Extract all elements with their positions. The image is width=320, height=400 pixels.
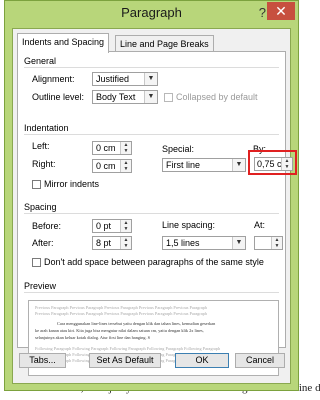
spin-buttons[interactable]: ▲ ▼: [120, 237, 131, 249]
chevron-down-icon: ▼: [144, 91, 157, 103]
outline-level-value: Body Text: [96, 92, 136, 102]
right-indent-value: 0 cm: [96, 161, 116, 171]
spacing-after-value: 8 pt: [96, 238, 112, 248]
divider: [24, 292, 279, 293]
indents-spacing-panel: General Alignment: Justified ▼ Outline l…: [17, 51, 297, 376]
preview-sample-line: Cara menggunakan line-lines tersebut yai…: [57, 321, 216, 326]
outline-level-label: Outline level:: [32, 92, 85, 102]
dialog-title: Paragraph: [121, 5, 182, 20]
dialog-client-area: Indents and Spacing Line and Page Breaks…: [12, 28, 297, 384]
set-as-default-button[interactable]: Set As Default: [89, 353, 161, 368]
line-spacing-select[interactable]: 1,5 lines ▼: [162, 236, 246, 250]
dont-add-space-checkbox[interactable]: [32, 258, 41, 267]
mirror-indents-checkbox[interactable]: [32, 180, 41, 189]
spin-buttons[interactable]: ▲ ▼: [120, 220, 131, 232]
left-indent-spinner[interactable]: 0 cm ▲ ▼: [92, 141, 132, 155]
divider: [24, 67, 279, 68]
dont-add-space-label: Don't add space between paragraphs of th…: [44, 257, 264, 267]
before-label: Before:: [32, 221, 62, 231]
right-indent-spinner[interactable]: 0 cm ▲ ▼: [92, 159, 132, 173]
spin-down-icon: ▼: [123, 243, 129, 249]
collapsed-by-default-checkbox[interactable]: [164, 93, 173, 102]
spacing-after-spinner[interactable]: 8 pt ▲ ▼: [92, 236, 132, 250]
spacing-before-spinner[interactable]: 0 pt ▲ ▼: [92, 219, 132, 233]
chevron-down-icon: ▼: [144, 73, 157, 85]
spacing-before-value: 0 pt: [96, 221, 112, 231]
after-label: After:: [32, 238, 54, 248]
alignment-label: Alignment:: [32, 74, 75, 84]
spin-down-icon: ▼: [284, 164, 290, 170]
chevron-down-icon: ▼: [232, 159, 245, 171]
outline-level-select[interactable]: Body Text ▼: [92, 90, 158, 104]
line-spacing-at-spinner[interactable]: ▲ ▼: [254, 236, 283, 250]
tab-label: Indents and Spacing: [22, 37, 105, 47]
tab-line-and-page-breaks[interactable]: Line and Page Breaks: [115, 35, 214, 52]
preview-sample-line: selanjutnya akan keluar kotak dialog. At…: [35, 335, 151, 340]
preview-following-line: Following Paragraph Following Paragraph …: [35, 346, 221, 351]
divider: [24, 213, 279, 214]
tab-indents-and-spacing[interactable]: Indents and Spacing: [17, 33, 110, 53]
spin-down-icon: ▼: [123, 166, 129, 172]
general-heading: General: [24, 56, 57, 66]
mirror-indents-label: Mirror indents: [44, 179, 100, 189]
left-indent-value: 0 cm: [96, 143, 116, 153]
preview-heading: Preview: [24, 281, 57, 291]
ok-button[interactable]: OK: [175, 353, 229, 368]
divider: [24, 134, 279, 135]
title-bar[interactable]: Paragraph ? ✕: [5, 1, 298, 27]
by-indent-spinner[interactable]: 0,75 cm ▲ ▼: [254, 157, 293, 171]
special-indent-value: First line: [166, 160, 201, 170]
right-indent-label: Right:: [32, 159, 56, 169]
special-indent-select[interactable]: First line ▼: [162, 158, 246, 172]
spin-buttons[interactable]: ▲ ▼: [271, 237, 282, 249]
spin-buttons[interactable]: ▲ ▼: [120, 160, 131, 172]
preview-previous-line: Previous Paragraph Previous Paragraph Pr…: [35, 305, 207, 310]
spin-down-icon: ▼: [123, 148, 129, 154]
tab-label: Line and Page Breaks: [120, 39, 209, 49]
spin-buttons[interactable]: ▲ ▼: [120, 142, 131, 154]
alignment-value: Justified: [96, 74, 130, 84]
cancel-button[interactable]: Cancel: [235, 353, 285, 368]
line-spacing-label: Line spacing:: [162, 220, 216, 230]
close-button[interactable]: ✕: [267, 2, 295, 20]
spin-buttons[interactable]: ▲ ▼: [281, 158, 292, 170]
indentation-heading: Indentation: [24, 123, 69, 133]
tabs-button[interactable]: Tabs...: [19, 353, 66, 368]
background-document: [299, 0, 313, 400]
preview-previous-line: Previous Paragraph Previous Paragraph Pr…: [35, 311, 207, 316]
spacing-heading: Spacing: [24, 202, 57, 212]
preview-sample-line: ke arah kanan atau kiri. Kita juga bisa …: [35, 328, 204, 333]
alignment-select[interactable]: Justified ▼: [92, 72, 158, 86]
line-spacing-value: 1,5 lines: [166, 238, 200, 248]
at-label: At:: [254, 220, 266, 230]
collapsed-by-default-label: Collapsed by default: [176, 92, 258, 102]
chevron-down-icon: ▼: [232, 237, 245, 249]
spin-down-icon: ▼: [123, 226, 129, 232]
help-button[interactable]: ?: [259, 5, 266, 20]
paragraph-dialog: Paragraph ? ✕ Indents and Spacing Line a…: [4, 0, 299, 391]
special-indent-label: Special:: [162, 144, 195, 154]
spin-down-icon: ▼: [274, 243, 280, 249]
left-indent-label: Left:: [32, 141, 50, 151]
